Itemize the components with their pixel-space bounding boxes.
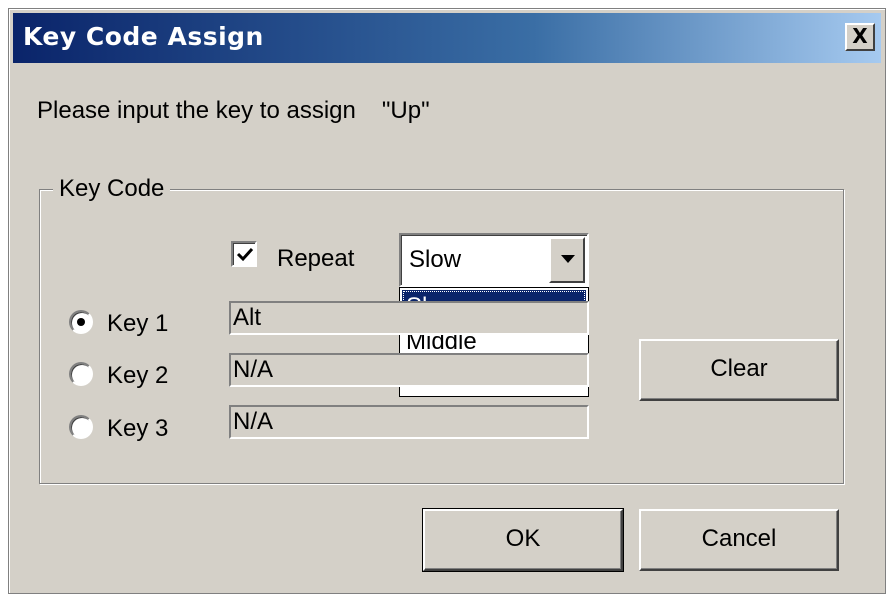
title-bar[interactable]: Key Code Assign X <box>13 13 881 63</box>
assign-prompt: Please input the key to assign "Up" <box>37 97 430 125</box>
repeat-checkbox[interactable] <box>231 241 257 267</box>
key-3-label[interactable]: Key 3 <box>107 415 168 443</box>
close-icon: X <box>852 24 868 48</box>
prompt-text: Please input the key to assign <box>37 97 356 124</box>
checkmark-icon <box>236 247 254 262</box>
ok-button[interactable]: OK <box>422 508 624 572</box>
key-code-group-label: Key Code <box>53 175 171 203</box>
key-3-field[interactable]: N/A <box>229 405 589 439</box>
key-1-label[interactable]: Key 1 <box>107 310 168 338</box>
repeat-speed-select[interactable]: Slow <box>399 233 589 287</box>
chevron-down-icon <box>561 255 575 263</box>
key-2-radio[interactable] <box>69 362 93 386</box>
key-code-assign-dialog: Key Code Assign X Please input the key t… <box>8 8 886 594</box>
key-3-radio[interactable] <box>69 415 93 439</box>
clear-button[interactable]: Clear <box>639 339 839 401</box>
window-title: Key Code Assign <box>23 22 264 51</box>
close-button[interactable]: X <box>845 23 875 51</box>
key-1-radio[interactable] <box>69 310 93 334</box>
radio-selected-dot <box>77 318 85 326</box>
repeat-label[interactable]: Repeat <box>277 245 354 273</box>
target-key-name: "Up" <box>381 97 430 124</box>
dropdown-arrow-button[interactable] <box>549 237 585 283</box>
key-1-field[interactable]: Alt <box>229 301 589 335</box>
repeat-speed-value: Slow <box>409 246 462 273</box>
cancel-button[interactable]: Cancel <box>639 509 839 571</box>
key-2-label[interactable]: Key 2 <box>107 362 168 390</box>
key-2-field[interactable]: N/A <box>229 353 589 387</box>
